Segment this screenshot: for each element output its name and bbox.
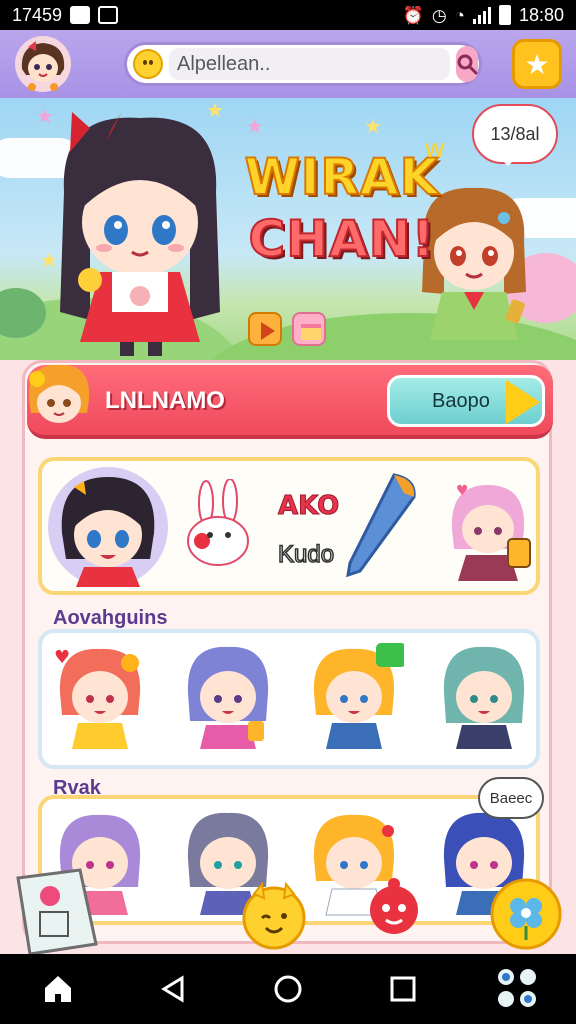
sticker-book-button[interactable] <box>10 868 102 956</box>
hero-title: WIRAK CHAN! <box>232 146 452 270</box>
app-header: ★ <box>0 30 576 98</box>
favorites-button[interactable]: ★ <box>512 39 562 89</box>
heart-mascot-button[interactable] <box>364 876 424 940</box>
flower-action-button[interactable] <box>488 876 564 952</box>
gift-button[interactable] <box>292 312 326 346</box>
emoji-button[interactable] <box>238 880 310 952</box>
speech-bubble-text: 13/8al <box>490 123 540 144</box>
clock-icon: ◷ <box>431 5 447 25</box>
arrow-right-icon <box>506 380 540 424</box>
recents-button[interactable] <box>373 959 433 1019</box>
sparkle-icon: ★ <box>246 114 264 138</box>
featured-character-portrait <box>48 467 168 587</box>
signal-icon <box>472 6 491 24</box>
back-button[interactable] <box>143 959 203 1019</box>
image-icon <box>98 6 119 24</box>
search-button[interactable] <box>456 46 478 82</box>
character-card[interactable] <box>434 641 534 751</box>
battery-icon <box>498 5 511 25</box>
featured-box[interactable]: AKO Kudo ♥ <box>38 457 540 595</box>
crown-sparkle-icon: ᴡ <box>424 134 446 164</box>
featured-label-ako: AKO <box>277 491 340 522</box>
circle-icon <box>274 975 302 1003</box>
section-go-label: Baopo <box>432 389 490 412</box>
app-grid-button[interactable] <box>488 959 548 1019</box>
section-go-button[interactable]: Baopo <box>387 375 545 427</box>
character-card[interactable] <box>304 641 404 751</box>
profile-avatar[interactable] <box>14 35 72 93</box>
gift-icon <box>301 324 321 340</box>
svg-text:♥: ♥ <box>456 483 469 499</box>
featured-side-character: ♥ <box>451 483 531 581</box>
row-label-1: Aovahguins <box>53 607 168 629</box>
status-time-left: 17459 <box>12 4 63 25</box>
back-icon <box>160 975 184 1003</box>
play-icon <box>261 322 275 340</box>
status-left: 17459 <box>12 4 119 26</box>
main-card: LNLNAMO Baopo AKO Kudo ♥ Aovahguins ♥ Rv… <box>22 360 553 944</box>
status-bar: 17459 ⏰ ◷ ◔ 18:80 <box>0 0 576 30</box>
pencil-icon <box>346 473 416 578</box>
search-icon <box>457 54 478 75</box>
sparkle-icon: ★ <box>364 114 382 138</box>
featured-label-kudo: Kudo <box>277 540 335 569</box>
section-header: LNLNAMO Baopo <box>27 364 553 439</box>
character-card[interactable] <box>178 641 278 751</box>
section-title: LNLNAMO <box>105 387 225 414</box>
search-input[interactable] <box>169 48 450 80</box>
status-time-right: 18:80 <box>518 4 564 25</box>
hero-title-line2: CHAN! <box>248 209 436 269</box>
smiley-icon <box>133 49 163 79</box>
character-card[interactable]: ♥ <box>50 641 150 751</box>
row-badge: Baeec <box>478 777 544 819</box>
wifi-icon: ◔ <box>454 5 465 25</box>
home-icon <box>44 976 71 1002</box>
star-icon: ★ <box>524 47 550 81</box>
square-icon <box>390 976 416 1002</box>
hero-banner: ★ ★ ★ ★ ★ WIRAK CHAN! ᴡ 13/8al <box>0 98 576 360</box>
row-badge-text: Baeec <box>489 789 533 807</box>
home-button[interactable] <box>28 959 88 1019</box>
status-right: ⏰ ◷ ◔ 18:80 <box>403 5 564 26</box>
search-bar[interactable] <box>124 42 482 86</box>
app-grid-icon <box>498 969 537 1007</box>
alarm-icon: ⏰ <box>402 5 424 25</box>
notification-icon <box>70 6 91 24</box>
speech-bubble: 13/8al <box>472 104 558 166</box>
section-avatar-icon <box>28 364 90 423</box>
character-row-1: ♥ <box>38 629 540 769</box>
play-button[interactable] <box>248 312 282 346</box>
hero-title-line1: WIRAK <box>244 147 440 207</box>
system-nav-bar <box>0 954 576 1024</box>
bunny-icon <box>187 479 249 566</box>
svg-text:♥: ♥ <box>54 647 70 668</box>
home-circle-button[interactable] <box>258 959 318 1019</box>
chibi-girl-left <box>60 112 220 356</box>
